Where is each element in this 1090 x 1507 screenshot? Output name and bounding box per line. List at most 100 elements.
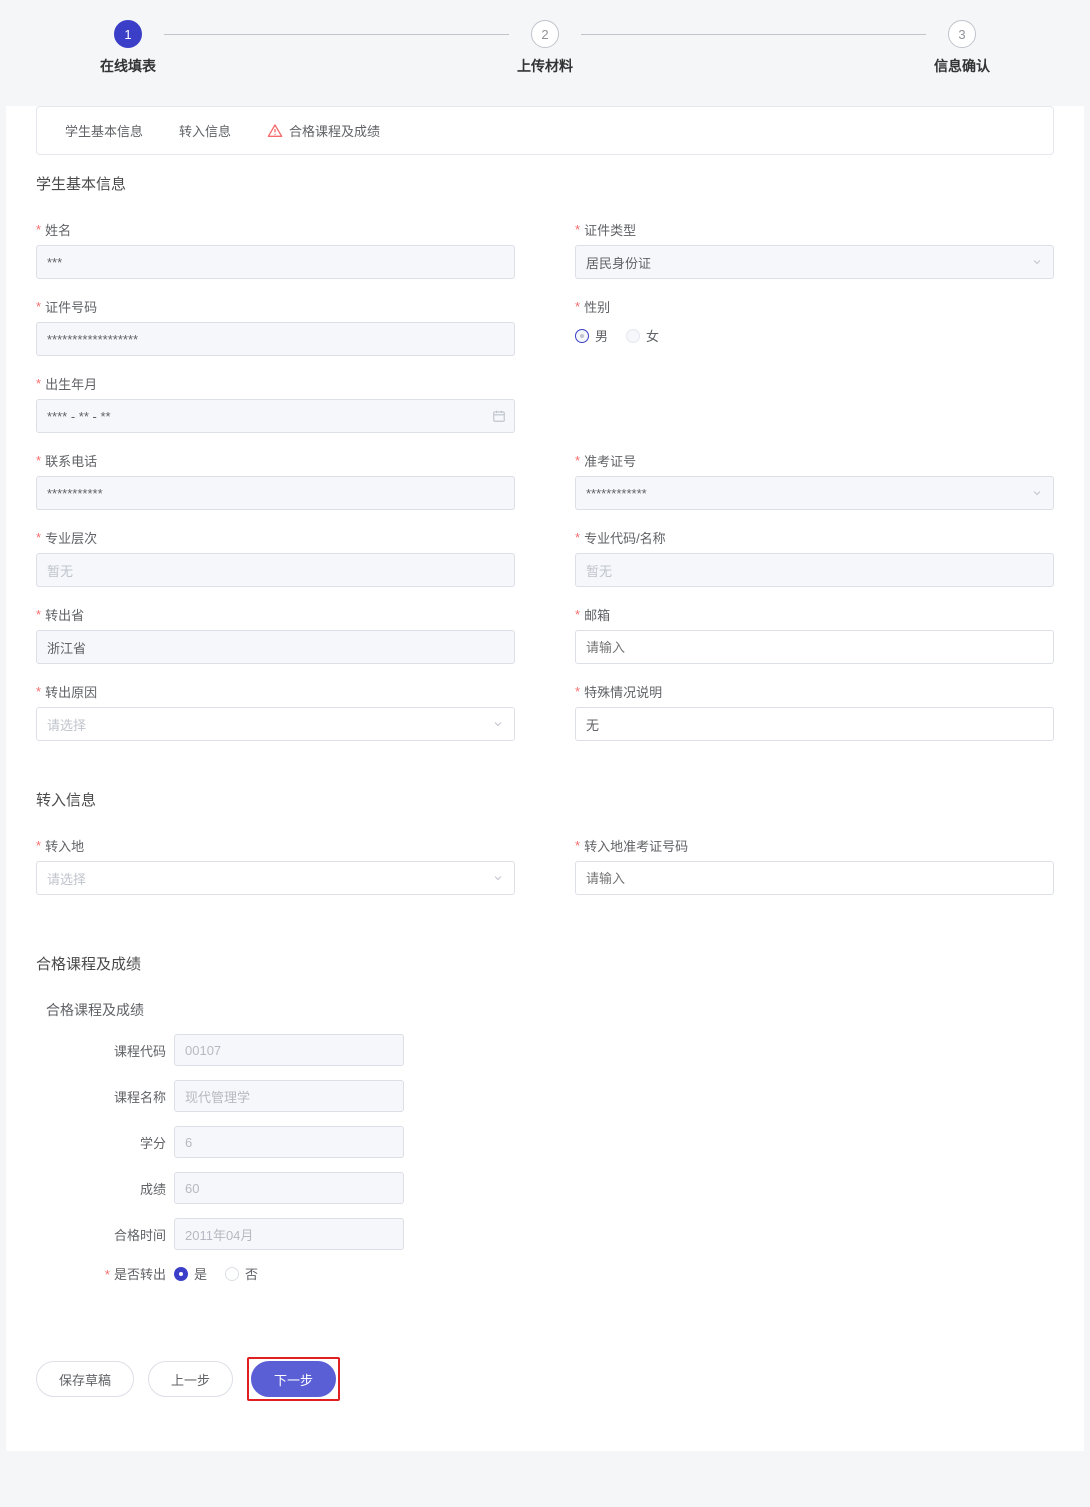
tab-basic[interactable]: 学生基本信息 [47, 107, 161, 154]
calendar-icon [492, 409, 506, 423]
radio-male[interactable]: 男 [575, 326, 608, 345]
input-course-code: 00107 [174, 1034, 404, 1066]
label-destination: 转入地 [36, 836, 515, 855]
field-id-number: 证件号码 ****************** [36, 297, 515, 356]
input-score: 60 [174, 1172, 404, 1204]
radio-no[interactable]: 否 [225, 1264, 258, 1283]
tab-transfer-in[interactable]: 转入信息 [161, 107, 249, 154]
step-line-2 [581, 34, 926, 35]
radio-circle-icon [174, 1267, 188, 1281]
step-label-2: 上传材料 [517, 56, 573, 76]
field-id-type: 证件类型 居民身份证 [575, 220, 1054, 279]
label-birth-date: 出生年月 [36, 374, 515, 393]
label-score: 成绩 [46, 1179, 166, 1198]
value-course-code: 00107 [185, 1043, 221, 1058]
tab-courses[interactable]: 合格课程及成绩 [249, 107, 398, 154]
step-circle-3: 3 [948, 20, 976, 48]
radio-label-female: 女 [646, 326, 659, 345]
label-gender: 性别 [575, 297, 1054, 316]
row-course-code: 课程代码 00107 [46, 1034, 1044, 1066]
step-2: 2 上传材料 [517, 20, 573, 76]
select-id-type: 居民身份证 [575, 245, 1054, 279]
value-course-name: 现代管理学 [185, 1087, 250, 1106]
input-dest-exam-no[interactable] [575, 861, 1054, 895]
value-score: 60 [185, 1181, 199, 1196]
row-score: 成绩 60 [46, 1172, 1044, 1204]
sub-section-title: 合格课程及成绩 [46, 1000, 1044, 1020]
radio-circle-icon [225, 1267, 239, 1281]
field-birth-date: 出生年月 **** - ** - ** [36, 374, 515, 433]
radio-label-male: 男 [595, 326, 608, 345]
next-button[interactable]: 下一步 [251, 1361, 336, 1397]
prev-button[interactable]: 上一步 [148, 1361, 233, 1397]
value-birth-date: **** - ** - ** [47, 409, 111, 424]
placeholder-level: 暂无 [47, 561, 73, 580]
step-circle-2: 2 [531, 20, 559, 48]
select-destination[interactable]: 请选择 [36, 861, 515, 895]
input-phone: *********** [36, 476, 515, 510]
input-major-code: 暂无 [575, 553, 1054, 587]
value-from-province: 浙江省 [47, 638, 86, 657]
value-name: *** [47, 255, 62, 270]
label-name: 姓名 [36, 220, 515, 239]
placeholder-major-code: 暂无 [586, 561, 612, 580]
select-reason[interactable]: 请选择 [36, 707, 515, 741]
input-course-name: 现代管理学 [174, 1080, 404, 1112]
field-exam-no: 准考证号 ************ [575, 451, 1054, 510]
dest-exam-no-field[interactable] [586, 871, 1043, 886]
value-id-number: ****************** [47, 332, 138, 347]
input-level: 暂无 [36, 553, 515, 587]
radio-group-gender: 男 女 [575, 322, 1054, 345]
input-special[interactable] [575, 707, 1054, 741]
special-field[interactable] [586, 717, 1043, 732]
input-pass-time: 2011年04月 [174, 1218, 404, 1250]
label-pass-time: 合格时间 [46, 1225, 166, 1244]
label-credit: 学分 [46, 1133, 166, 1152]
tab-label: 学生基本信息 [65, 121, 143, 140]
field-dest-exam-no: 转入地准考证号码 [575, 836, 1054, 895]
radio-female[interactable]: 女 [626, 326, 659, 345]
value-id-type: 居民身份证 [586, 253, 651, 272]
chevron-down-icon [492, 872, 504, 884]
label-special: 特殊情况说明 [575, 682, 1054, 701]
section-title-transfer-in: 转入信息 [6, 771, 1084, 818]
label-major-code: 专业代码/名称 [575, 528, 1054, 547]
chevron-down-icon [1031, 256, 1043, 268]
step-label-1: 在线填表 [100, 56, 156, 76]
label-dest-exam-no: 转入地准考证号码 [575, 836, 1054, 855]
input-id-number: ****************** [36, 322, 515, 356]
radio-yes[interactable]: 是 [174, 1264, 207, 1283]
form-card: 学生基本信息 转入信息 合格课程及成绩 学生基本信息 姓名 *** 证件类型 居… [6, 106, 1084, 1451]
label-transfer-out: 是否转出 [46, 1264, 166, 1283]
value-exam-no: ************ [586, 486, 647, 501]
radio-circle-icon [626, 329, 640, 343]
basic-form: 姓名 *** 证件类型 居民身份证 证件号码 *****************… [6, 202, 1084, 741]
field-phone: 联系电话 *********** [36, 451, 515, 510]
radio-label-no: 否 [245, 1264, 258, 1283]
spacer [575, 374, 1054, 433]
placeholder-destination: 请选择 [47, 869, 86, 888]
transfer-in-form: 转入地 请选择 转入地准考证号码 [6, 818, 1084, 895]
field-gender: 性别 男 女 [575, 297, 1054, 356]
email-field[interactable] [586, 640, 1043, 655]
input-email[interactable] [575, 630, 1054, 664]
row-transfer-out: 是否转出 是 否 [46, 1264, 1044, 1283]
field-from-province: 转出省 浙江省 [36, 605, 515, 664]
label-course-code: 课程代码 [46, 1041, 166, 1060]
stepper: 1 在线填表 2 上传材料 3 信息确认 [0, 0, 1090, 86]
label-reason: 转出原因 [36, 682, 515, 701]
input-credit: 6 [174, 1126, 404, 1158]
label-level: 专业层次 [36, 528, 515, 547]
save-draft-button[interactable]: 保存草稿 [36, 1361, 134, 1397]
tab-label: 合格课程及成绩 [289, 121, 380, 140]
field-name: 姓名 *** [36, 220, 515, 279]
chevron-down-icon [492, 718, 504, 730]
section-title-courses: 合格课程及成绩 [6, 935, 1084, 982]
field-level: 专业层次 暂无 [36, 528, 515, 587]
step-1: 1 在线填表 [100, 20, 156, 76]
input-from-province: 浙江省 [36, 630, 515, 664]
section-title-basic: 学生基本信息 [6, 155, 1084, 202]
label-phone: 联系电话 [36, 451, 515, 470]
value-phone: *********** [47, 486, 103, 501]
tab-bar: 学生基本信息 转入信息 合格课程及成绩 [36, 106, 1054, 155]
